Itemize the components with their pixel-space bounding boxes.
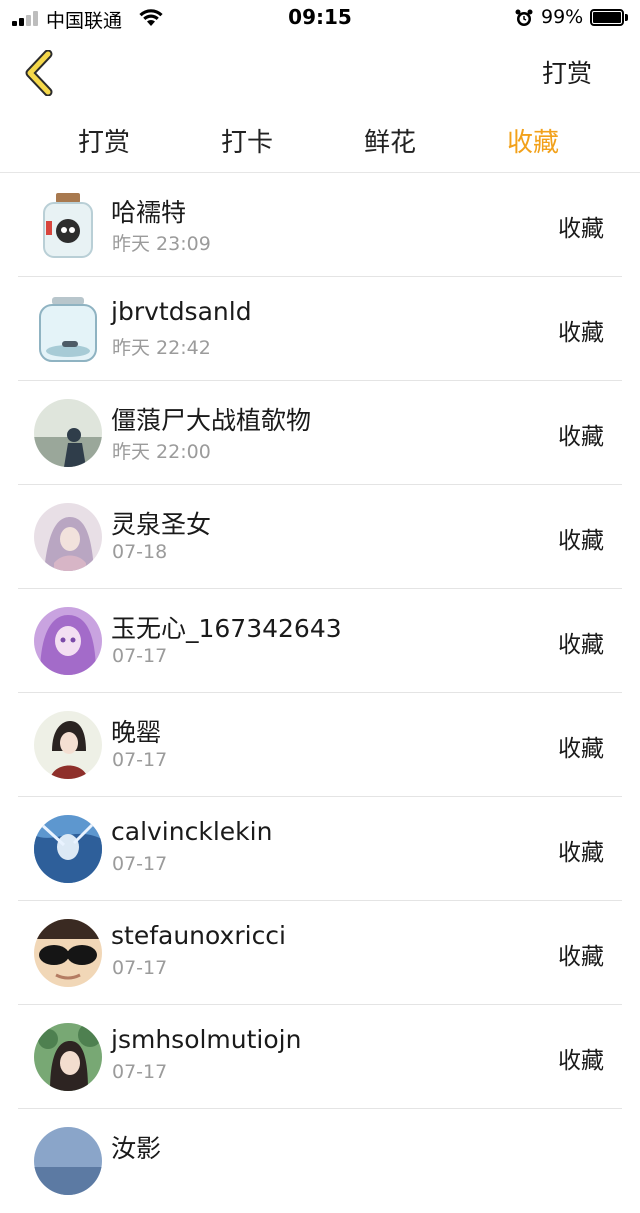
tab-flowers[interactable]: 鲜花	[319, 122, 461, 159]
favorite-label: 收藏	[558, 216, 604, 242]
list-item[interactable]: 晚罂 07-17 收藏	[18, 693, 622, 797]
list-item[interactable]: 灵泉圣女 07-18 收藏	[18, 485, 622, 589]
tab-checkin[interactable]: 打卡	[176, 122, 318, 159]
user-name: 灵泉圣女	[111, 510, 212, 539]
user-name: 玉无心_167342643	[111, 614, 342, 643]
status-bar: 中国联通 09:15 99%	[0, 0, 640, 36]
list-item[interactable]: 哈襦特 昨天 23:09 收藏	[18, 173, 622, 277]
favorite-label: 收藏	[558, 320, 604, 346]
favorite-label: 收藏	[558, 840, 604, 866]
list-item[interactable]: calvinckleki​n 07-17 收藏	[18, 797, 622, 901]
avatar	[34, 607, 102, 675]
favorite-label: 收藏	[558, 944, 604, 970]
battery-percent: 99%	[541, 6, 584, 28]
user-name: calvinckleki​n	[111, 817, 273, 846]
user-name: 僵蒗尸大战植欹物	[111, 406, 312, 435]
avatar	[34, 503, 102, 571]
avatar	[34, 191, 102, 259]
timestamp: 07-17	[112, 957, 168, 979]
list-item[interactable]: jbrvtdsanld 昨天 22:42 收藏	[18, 277, 622, 381]
timestamp: 07-17	[112, 1061, 168, 1083]
timestamp: 昨天 22:42	[112, 337, 211, 359]
user-name: jsmhsolmutiojn	[111, 1025, 302, 1054]
timestamp: 07-17	[112, 853, 168, 875]
timestamp: 昨天 22:00	[112, 441, 211, 463]
avatar	[34, 711, 102, 779]
avatar	[34, 1023, 102, 1091]
avatar	[34, 919, 102, 987]
user-name: jbrvtdsanld	[111, 297, 252, 326]
tab-reward[interactable]: 打赏	[33, 122, 175, 159]
timestamp: 07-17	[112, 749, 168, 771]
battery-icon	[590, 9, 628, 26]
favorites-list: 哈襦特 昨天 23:09 收藏 jbrvtdsanld 昨天 22:42 收藏 …	[0, 173, 640, 1213]
favorite-label: 收藏	[558, 424, 604, 450]
timestamp: 07-17	[112, 645, 168, 667]
favorite-label: 收藏	[558, 632, 604, 658]
list-item[interactable]: 玉无心_167342643 07-17 收藏	[18, 589, 622, 693]
list-item[interactable]: 僵蒗尸大战植欹物 昨天 22:00 收藏	[18, 381, 622, 485]
user-name: 汝影	[111, 1134, 162, 1163]
list-item[interactable]: stefaunoxricci 07-17 收藏	[18, 901, 622, 1005]
favorite-label: 收藏	[558, 528, 604, 554]
list-item[interactable]: jsmhsolmutiojn 07-17 收藏	[18, 1005, 622, 1109]
alarm-icon	[515, 9, 533, 26]
avatar	[34, 815, 102, 883]
nav-bar: 打赏	[0, 36, 640, 110]
list-item[interactable]: 汝影	[18, 1109, 622, 1213]
favorite-label: 收藏	[558, 1048, 604, 1074]
avatar	[34, 295, 102, 363]
favorite-label: 收藏	[558, 736, 604, 762]
avatar	[34, 1127, 102, 1195]
avatar	[34, 399, 102, 467]
tab-bar: 打赏 打卡 鲜花 收藏	[0, 110, 640, 173]
back-chevron-icon[interactable]	[22, 50, 62, 96]
reward-button[interactable]: 打赏	[542, 54, 592, 90]
user-name: 晚罂	[111, 718, 162, 747]
user-name: stefaunoxricci	[111, 921, 286, 950]
user-name: 哈襦特	[111, 198, 187, 227]
tab-favorites[interactable]: 收藏	[462, 122, 604, 159]
timestamp: 昨天 23:09	[112, 233, 211, 255]
timestamp: 07-18	[112, 541, 168, 563]
